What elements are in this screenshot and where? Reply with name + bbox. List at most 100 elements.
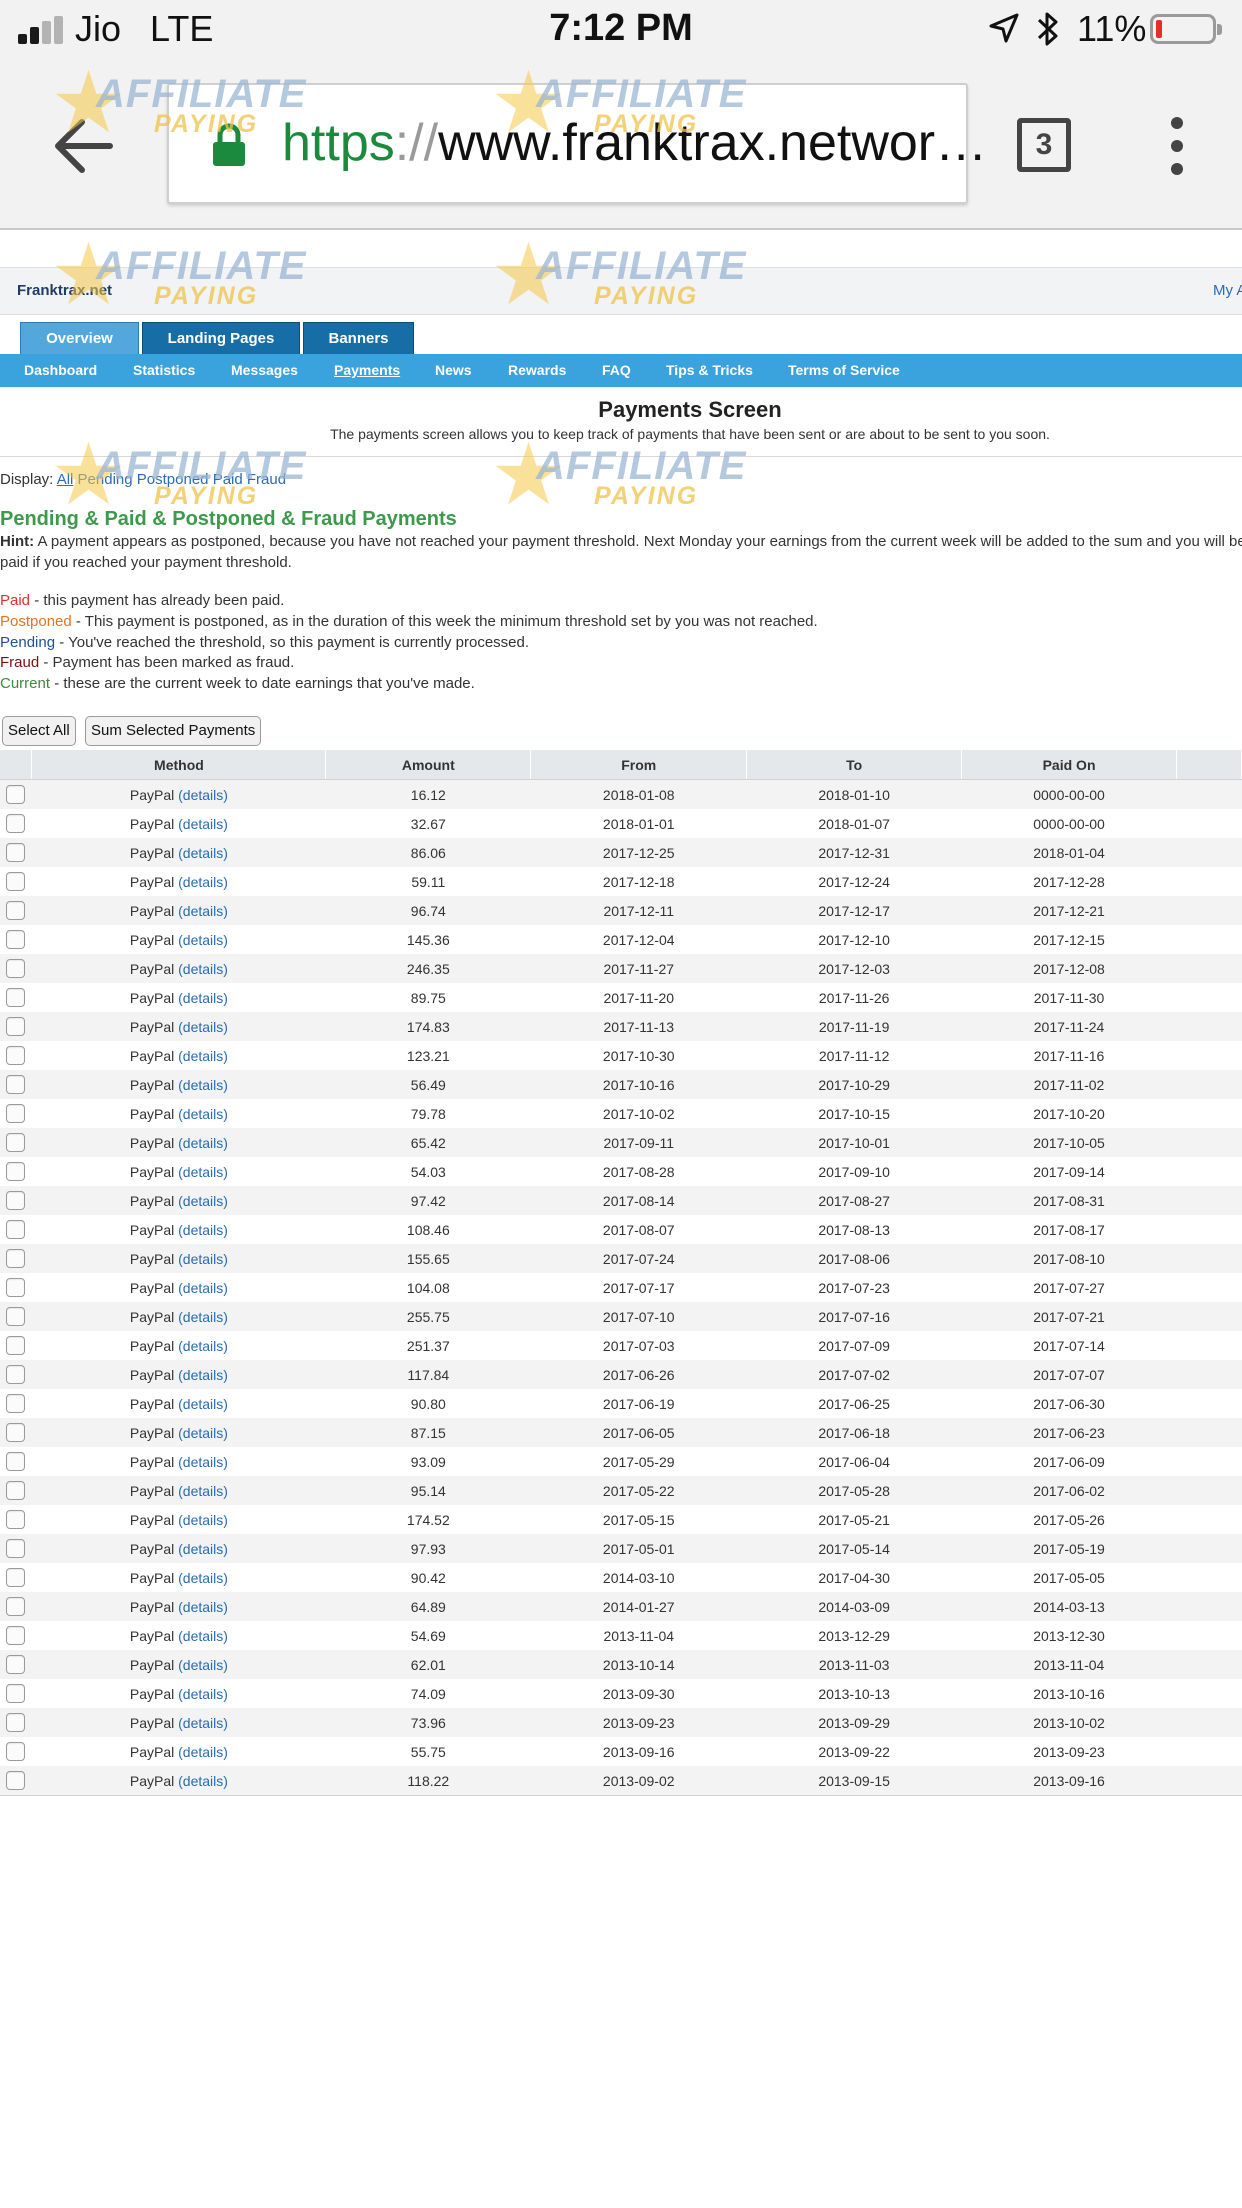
row-checkbox[interactable] bbox=[6, 930, 26, 949]
nav-statistics[interactable]: Statistics bbox=[133, 362, 195, 378]
filter-all[interactable]: All bbox=[57, 471, 74, 488]
details-link[interactable]: (details) bbox=[178, 1773, 228, 1789]
row-checkbox[interactable] bbox=[6, 959, 26, 978]
details-link[interactable]: (details) bbox=[178, 932, 228, 948]
nav-payments[interactable]: Payments bbox=[334, 362, 400, 378]
details-link[interactable]: (details) bbox=[178, 1425, 228, 1441]
col-amount[interactable]: Amount bbox=[325, 750, 532, 780]
details-link[interactable]: (details) bbox=[178, 1019, 228, 1035]
row-checkbox[interactable] bbox=[6, 1771, 26, 1790]
row-checkbox[interactable] bbox=[6, 1278, 26, 1297]
details-link[interactable]: (details) bbox=[178, 1309, 228, 1325]
details-link[interactable]: (details) bbox=[178, 1251, 228, 1267]
row-checkbox[interactable] bbox=[6, 1336, 26, 1355]
details-link[interactable]: (details) bbox=[178, 1512, 228, 1528]
details-link[interactable]: (details) bbox=[178, 990, 228, 1006]
back-arrow-icon[interactable] bbox=[52, 114, 116, 178]
details-link[interactable]: (details) bbox=[178, 845, 228, 861]
details-link[interactable]: (details) bbox=[178, 1541, 228, 1557]
row-checkbox[interactable] bbox=[6, 1017, 26, 1036]
row-checkbox[interactable] bbox=[6, 1394, 26, 1413]
details-link[interactable]: (details) bbox=[178, 1338, 228, 1354]
row-checkbox[interactable] bbox=[6, 1742, 26, 1761]
row-checkbox[interactable] bbox=[6, 1568, 26, 1587]
site-brand[interactable]: Franktrax.net bbox=[17, 282, 112, 299]
nav-news[interactable]: News bbox=[435, 362, 472, 378]
details-link[interactable]: (details) bbox=[178, 1106, 228, 1122]
details-link[interactable]: (details) bbox=[178, 1396, 228, 1412]
row-checkbox[interactable] bbox=[6, 1249, 26, 1268]
details-link[interactable]: (details) bbox=[178, 903, 228, 919]
row-checkbox[interactable] bbox=[6, 1075, 26, 1094]
details-link[interactable]: (details) bbox=[178, 816, 228, 832]
details-link[interactable]: (details) bbox=[178, 787, 228, 803]
row-checkbox[interactable] bbox=[6, 1713, 26, 1732]
col-from[interactable]: From bbox=[530, 750, 748, 780]
nav-faq[interactable]: FAQ bbox=[602, 362, 631, 378]
nav-messages[interactable]: Messages bbox=[231, 362, 298, 378]
details-link[interactable]: (details) bbox=[178, 1135, 228, 1151]
details-link[interactable]: (details) bbox=[178, 961, 228, 977]
row-checkbox[interactable] bbox=[6, 1510, 26, 1529]
row-checkbox[interactable] bbox=[6, 1597, 26, 1616]
row-checkbox[interactable] bbox=[6, 814, 26, 833]
details-link[interactable]: (details) bbox=[178, 1686, 228, 1702]
row-checkbox[interactable] bbox=[6, 988, 26, 1007]
details-link[interactable]: (details) bbox=[178, 1193, 228, 1209]
nav-terms-of-service[interactable]: Terms of Service bbox=[788, 362, 900, 378]
details-link[interactable]: (details) bbox=[178, 1570, 228, 1586]
row-checkbox[interactable] bbox=[6, 785, 26, 804]
col-method[interactable]: Method bbox=[31, 750, 327, 780]
details-link[interactable]: (details) bbox=[178, 1280, 228, 1296]
nav-dashboard[interactable]: Dashboard bbox=[24, 362, 97, 378]
details-link[interactable]: (details) bbox=[178, 1222, 228, 1238]
row-checkbox[interactable] bbox=[6, 901, 26, 920]
tab-overview[interactable]: Overview bbox=[20, 322, 139, 354]
sum-selected-button[interactable]: Sum Selected Payments bbox=[85, 716, 262, 746]
row-checkbox[interactable] bbox=[6, 1423, 26, 1442]
address-bar[interactable]: https://www.franktrax.networ… bbox=[167, 83, 987, 204]
details-link[interactable]: (details) bbox=[178, 1657, 228, 1673]
row-checkbox[interactable] bbox=[6, 1626, 26, 1645]
row-checkbox[interactable] bbox=[6, 1162, 26, 1181]
details-link[interactable]: (details) bbox=[178, 1483, 228, 1499]
row-checkbox[interactable] bbox=[6, 1307, 26, 1326]
details-link[interactable]: (details) bbox=[178, 1077, 228, 1093]
details-link[interactable]: (details) bbox=[178, 874, 228, 890]
row-checkbox[interactable] bbox=[6, 1684, 26, 1703]
row-checkbox[interactable] bbox=[6, 1220, 26, 1239]
row-checkbox[interactable] bbox=[6, 843, 26, 862]
more-vert-icon[interactable] bbox=[1162, 117, 1192, 177]
tab-landing-pages[interactable]: Landing Pages bbox=[142, 322, 300, 354]
row-checkbox[interactable] bbox=[6, 1046, 26, 1065]
tab-banners[interactable]: Banners bbox=[303, 322, 414, 354]
row-checkbox[interactable] bbox=[6, 1191, 26, 1210]
filter-paid[interactable]: Paid bbox=[213, 471, 243, 488]
row-checkbox[interactable] bbox=[6, 1104, 26, 1123]
select-all-button[interactable]: Select All bbox=[2, 716, 76, 746]
nav-rewards[interactable]: Rewards bbox=[508, 362, 566, 378]
filter-fraud[interactable]: Fraud bbox=[247, 471, 286, 488]
row-checkbox[interactable] bbox=[6, 872, 26, 891]
details-link[interactable]: (details) bbox=[178, 1164, 228, 1180]
details-link[interactable]: (details) bbox=[178, 1599, 228, 1615]
nav-tips-tricks[interactable]: Tips & Tricks bbox=[666, 362, 753, 378]
details-link[interactable]: (details) bbox=[178, 1628, 228, 1644]
details-link[interactable]: (details) bbox=[178, 1454, 228, 1470]
row-checkbox[interactable] bbox=[6, 1133, 26, 1152]
row-checkbox[interactable] bbox=[6, 1481, 26, 1500]
tab-switcher-button[interactable]: 3 bbox=[1017, 118, 1071, 172]
filter-postponed[interactable]: Postponed bbox=[137, 471, 209, 488]
details-link[interactable]: (details) bbox=[178, 1744, 228, 1760]
my-account-link[interactable]: My Account bbox=[1213, 282, 1242, 299]
row-checkbox[interactable] bbox=[6, 1365, 26, 1384]
filter-pending[interactable]: Pending bbox=[78, 471, 133, 488]
details-link[interactable]: (details) bbox=[178, 1048, 228, 1064]
row-checkbox[interactable] bbox=[6, 1539, 26, 1558]
row-checkbox[interactable] bbox=[6, 1452, 26, 1471]
col-to[interactable]: To bbox=[746, 750, 963, 780]
col-paid-on[interactable]: Paid On bbox=[961, 750, 1177, 780]
row-checkbox[interactable] bbox=[6, 1655, 26, 1674]
details-link[interactable]: (details) bbox=[178, 1715, 228, 1731]
details-link[interactable]: (details) bbox=[178, 1367, 228, 1383]
